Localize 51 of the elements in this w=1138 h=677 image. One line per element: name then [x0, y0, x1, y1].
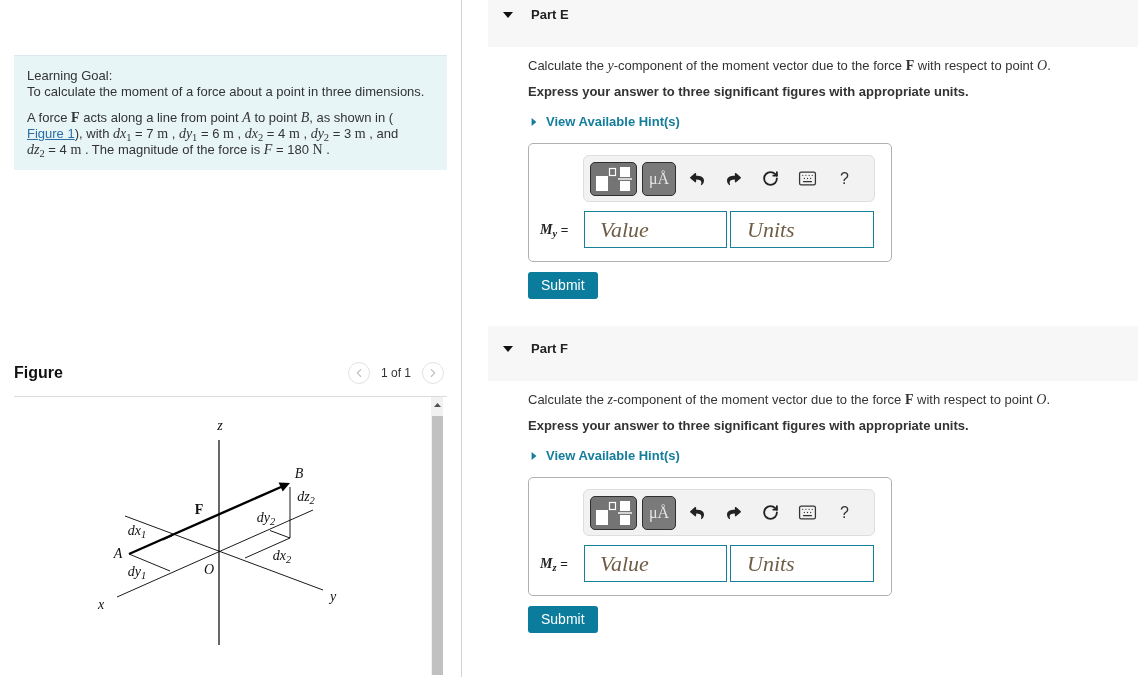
axis-label: x	[97, 598, 105, 612]
templates-button[interactable]	[590, 495, 637, 530]
redo-icon	[726, 171, 741, 186]
answer-label: M$_{z}$ =	[540, 555, 569, 574]
axis-label: y	[329, 590, 337, 604]
force-label: F	[194, 503, 204, 517]
units-button[interactable]: μÅ	[642, 161, 676, 196]
templates-button[interactable]	[590, 161, 637, 196]
hints-link[interactable]: View Available Hint(s)	[530, 113, 680, 131]
units-button[interactable]: μÅ	[642, 495, 676, 530]
question-text: Calculate the y-component of the moment vector due to the force F with respect to point O.	[528, 57, 1052, 75]
refresh-icon	[762, 170, 779, 187]
part-header[interactable]: Part F	[488, 326, 1138, 381]
units-field[interactable]: Units	[730, 211, 874, 248]
fraction-exponent-icon	[595, 500, 632, 525]
help-button[interactable]: ?	[826, 495, 863, 530]
point-label: B	[294, 467, 304, 481]
instruction-text: Express your answer to three significant figures with appropriate units.	[528, 83, 970, 101]
hints-link[interactable]: View Available Hint(s)	[530, 447, 680, 465]
axis-label: z	[217, 419, 223, 433]
fraction-exponent-icon	[595, 166, 632, 191]
dimension-label: dy$_{2}$	[256, 511, 276, 525]
submit-button[interactable]: Submit	[528, 606, 598, 633]
point-label: A	[113, 547, 123, 561]
redo-icon	[726, 505, 741, 520]
value-field[interactable]: Value	[584, 545, 727, 582]
dimension-label: dz$_{2}$	[297, 490, 315, 504]
keyboard-icon	[798, 503, 817, 522]
page-counter: 1 of 1	[380, 365, 411, 382]
point-label: O	[203, 563, 215, 577]
learning-goal-heading: Learning Goal:	[27, 68, 114, 84]
answer-label: M$_{y}$ =	[540, 221, 570, 240]
question-text: Calculate the z-component of the moment vector due to the force F with respect to point O.	[528, 391, 1052, 409]
figure-link[interactable]: Figure 1	[27, 126, 75, 141]
units-field[interactable]: Units	[730, 545, 874, 582]
figure-title: Figure	[14, 363, 63, 383]
value-field[interactable]: Value	[584, 211, 727, 248]
goal-text: To calculate the moment of a force about a point in three dimensions.	[27, 84, 426, 100]
problem-statement: A force F acts along a line from point A to point B, as shown in ( Figure 1), with dx$_{1}$ = 7 m , dy$_{1}$ = 6 m , dx$_{2}$ = 4 m , dy$_{2}$ = 3 m , and dz$_{2}$ = 4 m . The magnitude of the force is F = 180 N .	[27, 110, 400, 158]
dimension-label: dy$_{1}$	[127, 565, 147, 579]
dimension-label: dx$_{2}$	[272, 549, 292, 563]
undo-icon	[689, 171, 704, 186]
scroll-up-icon[interactable]	[433, 403, 441, 407]
help-button[interactable]: ?	[826, 161, 863, 196]
submit-button[interactable]: Submit	[528, 272, 598, 299]
instruction-text: Express your answer to three significant figures with appropriate units.	[528, 417, 970, 435]
part-header[interactable]: Part E	[488, 0, 1138, 47]
dimension-label: dx$_{1}$	[127, 524, 147, 538]
refresh-icon	[762, 504, 779, 521]
undo-icon	[689, 505, 704, 520]
keyboard-icon	[798, 169, 817, 188]
